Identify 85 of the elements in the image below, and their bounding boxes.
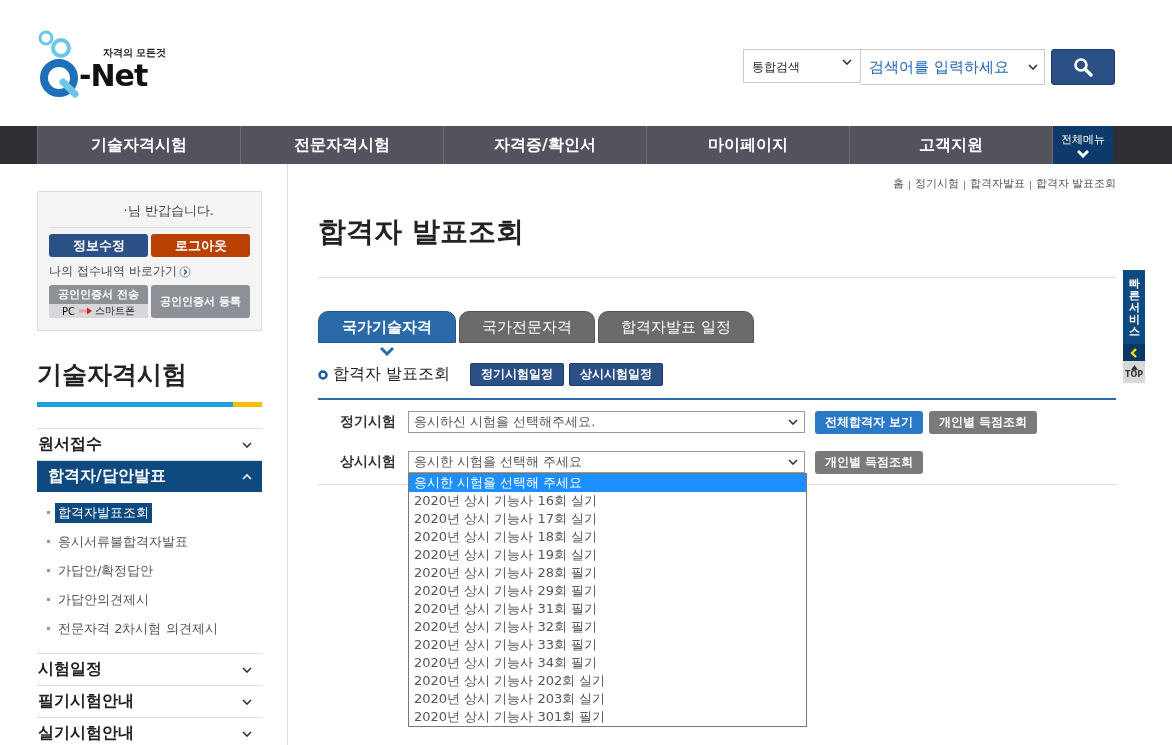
tab[interactable]: 합격자발표 일정 [598,311,754,343]
search-button[interactable] [1051,49,1115,85]
breadcrumb-link[interactable]: 합격자발표 [969,176,1025,191]
dropdown-option[interactable]: 2020년 상시 기능사 203회 실기 [409,690,806,708]
field-label: 상시시험 [339,453,396,471]
schedule-button[interactable]: 상시시험일정 [569,363,664,386]
dropdown-option[interactable]: 2020년 상시 기능사 29회 필기 [409,582,806,600]
quick-service-button[interactable]: 빠른서비스 [1123,270,1145,345]
cert-from-label: PC [62,305,75,317]
chevron-down-icon [242,698,252,705]
chevron-down-icon [242,730,252,737]
form-button[interactable]: 개인별 득점조회 [815,450,924,474]
chevron-down-icon [1077,150,1089,158]
logo-tagline: 자격의 모든것 [103,46,167,60]
all-menu-button[interactable]: 전체메뉴 [1052,126,1113,164]
receipt-link[interactable]: 나의 접수내역 바로가기 [49,263,250,280]
sidebar-menu-item[interactable]: 시험일정 [37,654,262,686]
chevron-up-icon [242,473,252,480]
dropdown-option[interactable]: 2020년 상시 기능사 28회 필기 [409,564,806,582]
greeting-text: ·님 반갑습니다. [49,202,250,228]
page-title: 합격자 발표조회 [318,214,525,250]
sidebar-title: 기술자격시험 [37,359,188,391]
dropdown-option[interactable]: 2020년 상시 기능사 17회 실기 [409,510,806,528]
caret-icon [788,419,798,425]
dropdown-option[interactable]: 2020년 상시 기능사 34회 필기 [409,654,806,672]
nav-item[interactable]: 마이페이지 [646,126,849,164]
chevron-left-icon [1130,347,1138,358]
section-title: 합격자 발표조회 [333,364,451,385]
chevron-down-icon [242,441,252,448]
bullet-icon [47,598,50,601]
sidebar-menu-item[interactable]: 합격자/답안발표 [37,461,262,492]
bullet-icon [47,569,50,572]
dropdown-option[interactable]: 2020년 상시 기능사 33회 필기 [409,636,806,654]
nav-item[interactable]: 자격증/확인서 [443,126,646,164]
chevron-down-icon [242,666,252,673]
nav-item[interactable]: 전문자격시험 [240,126,443,164]
dropdown-option[interactable]: 2020년 상시 기능사 301회 필기 [409,708,806,726]
dropdown-option[interactable]: 2020년 상시 기능사 32회 필기 [409,618,806,636]
form-button[interactable]: 전체합격자 보기 [815,410,924,434]
up-triangle-icon [1130,365,1138,371]
bullet-icon [318,369,328,380]
sidebar-menu-item[interactable]: 필기시험안내 [37,686,262,718]
logo-name: -Net [79,60,149,92]
dropdown-option[interactable]: 2020년 상시 기능사 202회 실기 [409,672,806,690]
dropdown-option[interactable]: 2020년 상시 기능사 18회 실기 [409,528,806,546]
user-button[interactable]: 정보수정 [49,234,148,257]
breadcrumb-separator [1029,180,1031,190]
submenu-link[interactable]: 가답안/확정답안 [55,560,157,581]
arrow-right-icon [78,307,92,315]
dropdown-option[interactable]: 2020년 상시 기능사 31회 필기 [409,600,806,618]
submenu-link[interactable]: 합격자발표조회 [55,502,152,523]
top-button[interactable]: TOP [1123,361,1145,384]
bullet-icon [47,540,50,543]
bullet-icon [47,627,50,630]
chevron-down-icon [380,347,394,356]
breadcrumb-link[interactable]: 합격자 발표조회 [1035,176,1116,191]
logo-q-icon [37,30,79,98]
search-field[interactable]: 검색어를 입력하세요 [861,49,1045,85]
breadcrumb-separator [908,180,910,190]
breadcrumb-link[interactable]: 정기시험 [914,176,959,191]
caret-icon [842,59,852,65]
cert-send-button[interactable]: 공인인증서 전송 PC 스마트폰 [49,285,148,318]
field-label: 정기시험 [339,413,396,431]
collapse-button[interactable] [1123,344,1145,362]
caret-icon [788,459,798,465]
dropdown-option[interactable]: 2020년 상시 기능사 19회 실기 [409,546,806,564]
form-button[interactable]: 개인별 득점조회 [929,410,1038,434]
exam-select[interactable]: 응시하신 시험을 선택해주세요. [408,411,805,433]
search-scope-select[interactable]: 통합검색 [743,49,861,83]
arrow-circle-icon [178,265,191,278]
breadcrumb-link[interactable]: 홈 [892,176,904,191]
schedule-button[interactable]: 정기시험일정 [470,363,565,386]
breadcrumb-separator [963,180,965,190]
dropdown-option[interactable]: 2020년 상시 기능사 16회 실기 [409,492,806,510]
nav-item[interactable]: 기술자격시험 [37,126,240,164]
sidebar-menu-item[interactable]: 실기시험안내 [37,718,262,745]
user-button[interactable]: 로그아웃 [151,234,250,257]
submenu-link[interactable]: 응시서류불합격자발표 [55,531,191,552]
cert-to-label: 스마트폰 [95,304,135,318]
bullet-icon [47,511,50,514]
submenu-link[interactable]: 가답안의견제시 [55,589,152,610]
tab[interactable]: 국가전문자격 [459,311,595,343]
search-icon [1073,57,1093,77]
caret-icon [1028,64,1038,70]
submenu-link[interactable]: 전문자격 2차시험 의견제시 [55,618,221,639]
